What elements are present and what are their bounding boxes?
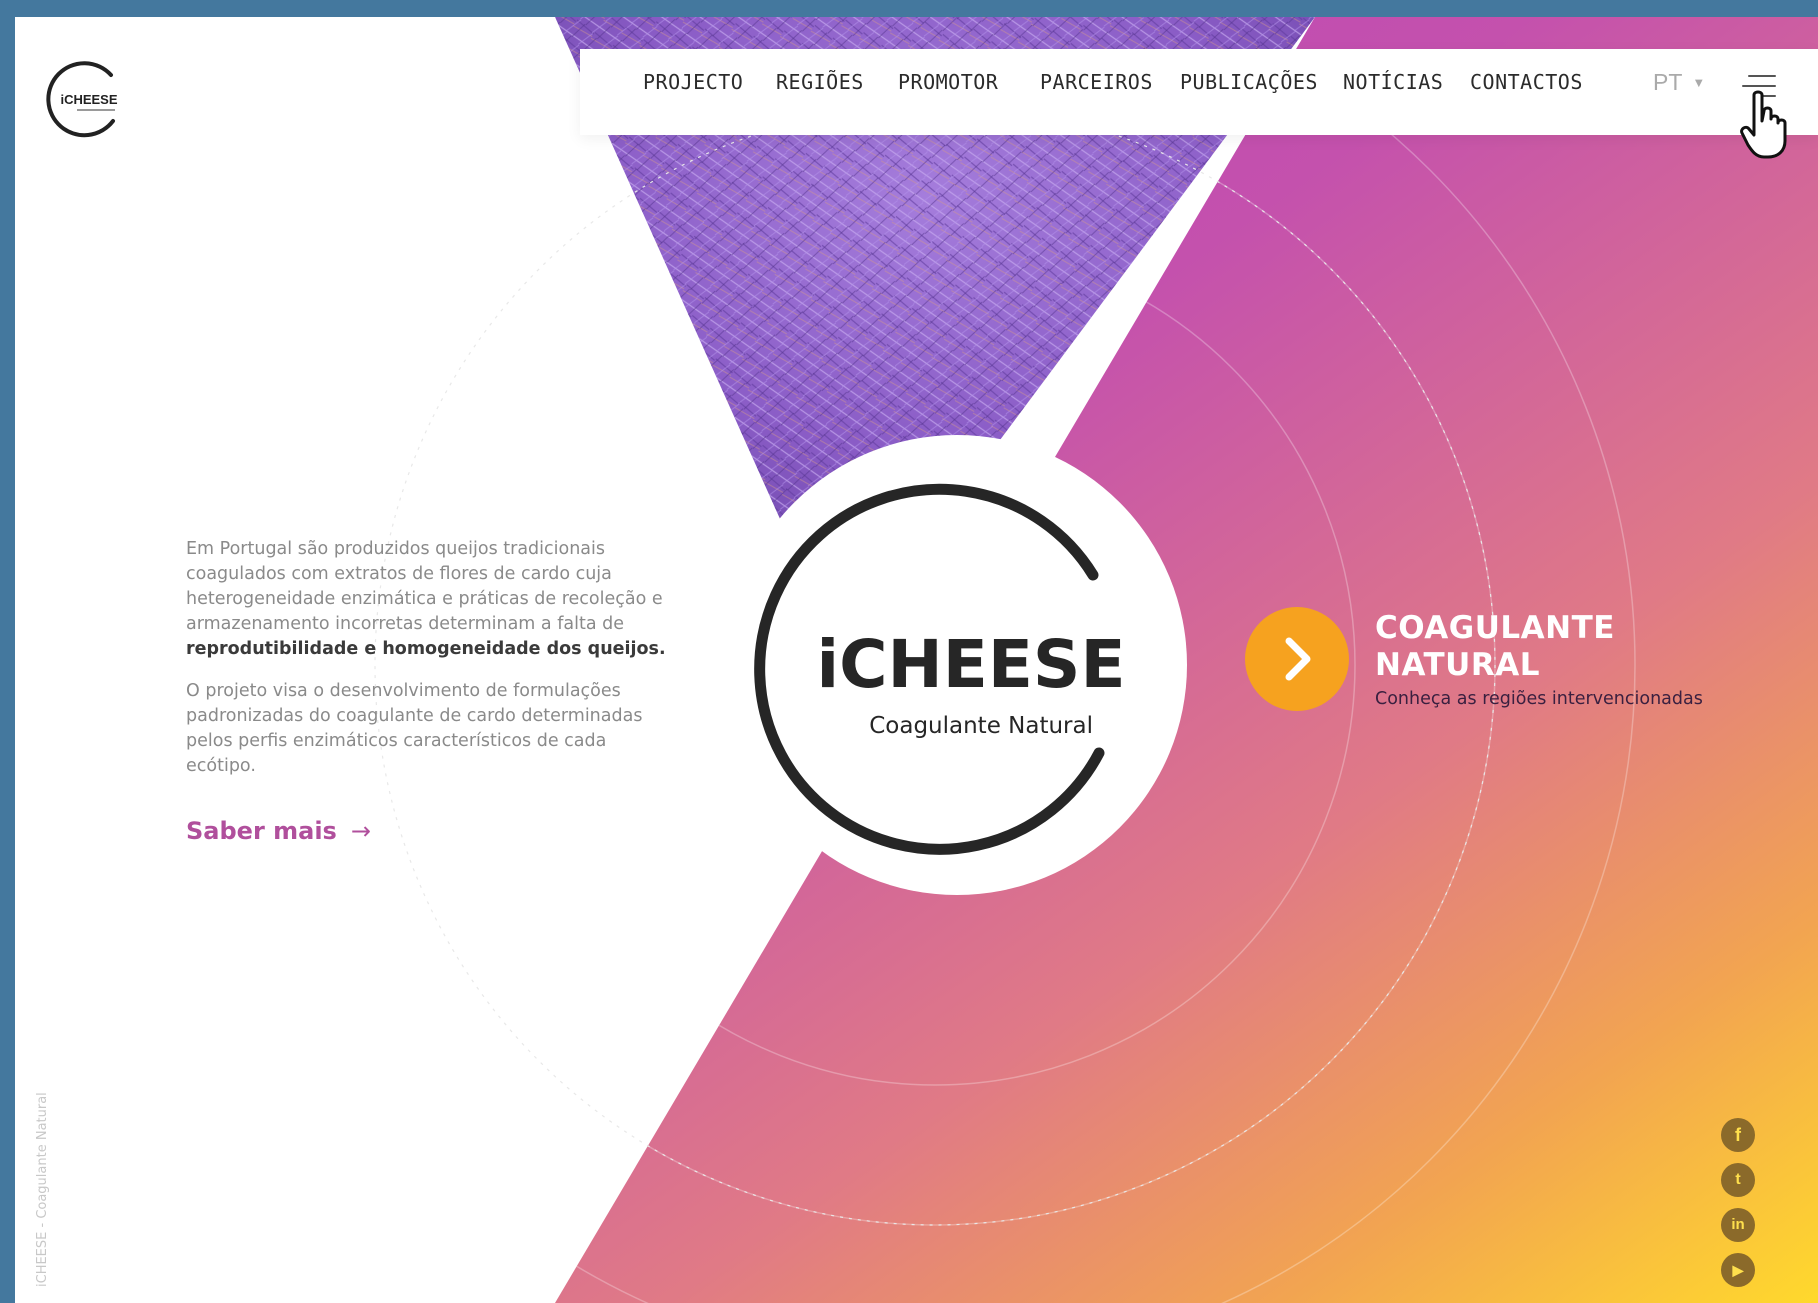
coagulante-natural-button[interactable] — [1245, 607, 1349, 711]
nav-item-projecto[interactable]: PROJECTO — [643, 70, 743, 94]
nav-item-regioes[interactable]: REGIÕES — [776, 70, 864, 94]
nav-item-noticias[interactable]: NOTÍCIAS — [1343, 70, 1443, 94]
intro-paragraph-2: O projeto visa o desenvolvimento de form… — [186, 681, 643, 776]
language-selector[interactable]: PT ▼ — [1653, 69, 1705, 96]
nav-item-parceiros[interactable]: PARCEIROS — [1040, 70, 1153, 94]
cta-subtitle: Conheça as regiões intervencionadas — [1375, 689, 1703, 709]
hero-logo-title: iCHEESE — [816, 626, 1125, 703]
brand-logo[interactable]: iCHEESE — [43, 57, 127, 141]
cta-title-line-2: NATURAL — [1375, 647, 1540, 683]
language-label: PT — [1653, 69, 1683, 95]
menu-line — [1748, 75, 1776, 77]
cta-title[interactable]: COAGULANTE NATURAL — [1375, 610, 1675, 684]
saber-mais-label: Saber mais — [186, 817, 337, 845]
intro-text: Em Portugal são produzidos queijos tradi… — [186, 537, 666, 796]
twitter-icon[interactable]: t — [1721, 1163, 1755, 1197]
hero-logo: iCHEESE Coagulante Natural — [727, 435, 1187, 895]
saber-mais-link[interactable]: Saber mais → — [186, 817, 371, 845]
menu-line — [1742, 85, 1776, 87]
intro-paragraph-1: Em Portugal são produzidos queijos tradi… — [186, 539, 666, 659]
caret-down-icon: ▼ — [1692, 75, 1706, 90]
vertical-brand-text: iCHEESE - Coagulante Natural — [35, 1092, 50, 1287]
intro-bold-text: reprodutibilidade e homogeneidade dos qu… — [186, 639, 666, 659]
hero-logo-subtitle: Coagulante Natural — [869, 713, 1093, 739]
brand-logo-text: iCHEESE — [60, 92, 117, 107]
youtube-icon[interactable]: ▶ — [1721, 1253, 1755, 1287]
nav-item-publicacoes[interactable]: PUBLICAÇÕES — [1180, 70, 1318, 94]
chevron-right-icon — [1285, 637, 1311, 681]
facebook-icon[interactable]: f — [1721, 1118, 1755, 1152]
arrow-right-icon: → — [350, 817, 371, 845]
cta-title-line-1: COAGULANTE — [1375, 610, 1615, 646]
brand-logo-tagline-mark — [77, 109, 115, 111]
nav-item-promotor[interactable]: PROMOTOR — [898, 70, 998, 94]
nav-item-contactos[interactable]: CONTACTOS — [1470, 70, 1583, 94]
linkedin-icon[interactable]: in — [1721, 1208, 1755, 1242]
hand-cursor-icon — [1740, 90, 1787, 159]
page: PROJECTO REGIÕES PROMOTOR PARCEIROS PUBL… — [15, 17, 1818, 1303]
